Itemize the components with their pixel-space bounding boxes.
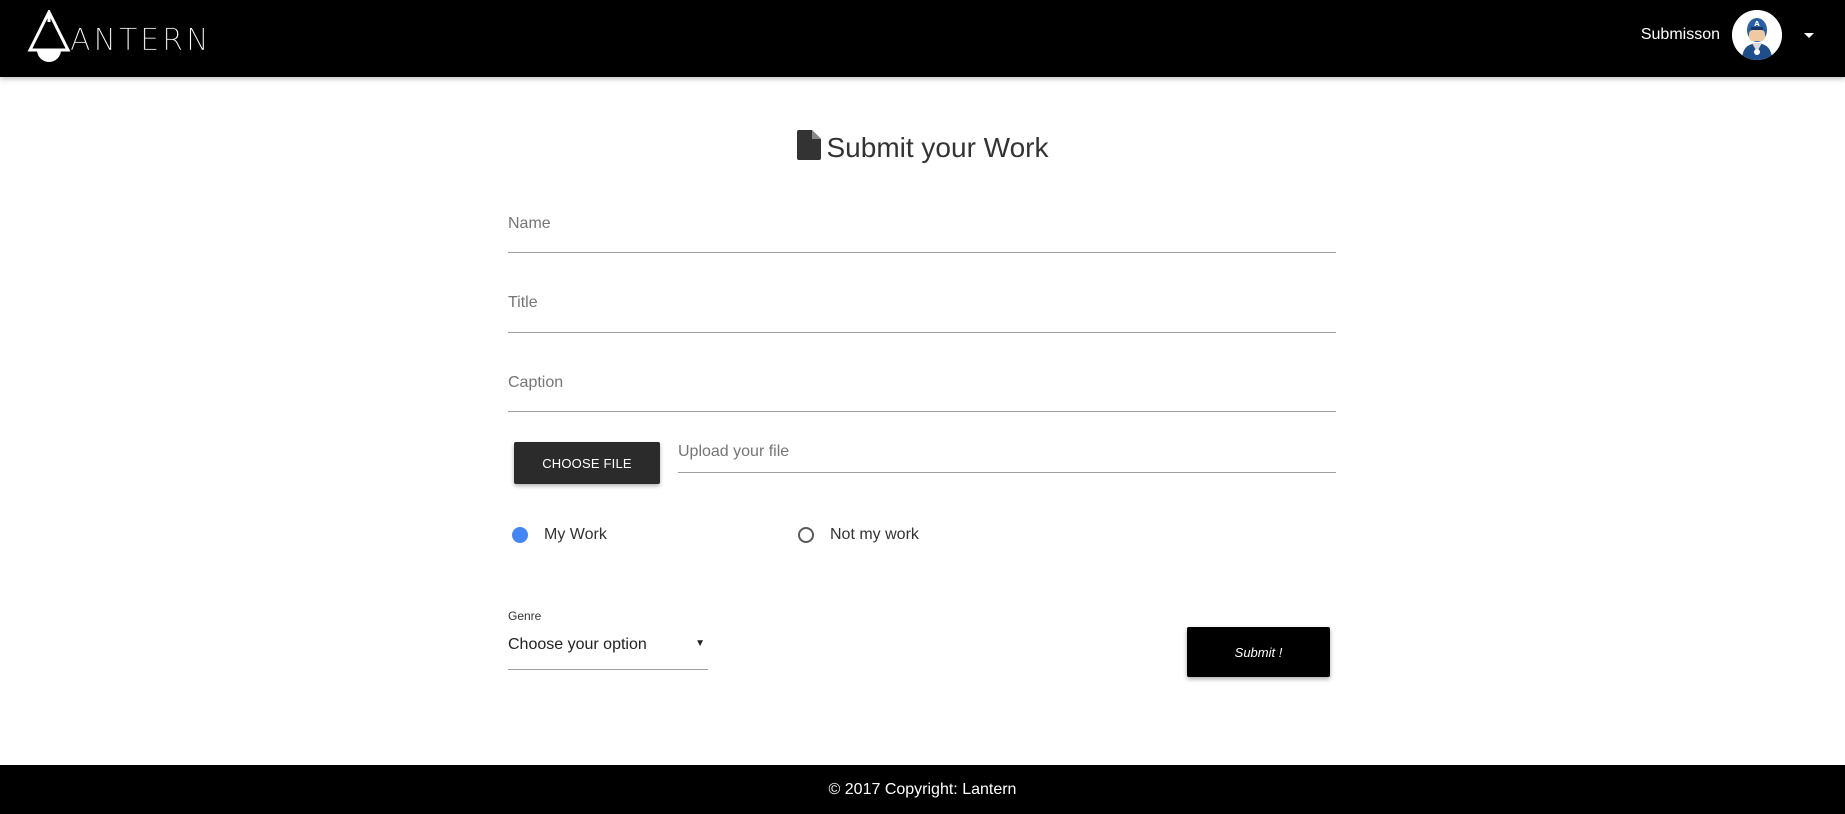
radio-my-work-label: My Work bbox=[544, 526, 607, 543]
footer: © 2017 Copyright: Lantern bbox=[0, 765, 1845, 814]
genre-label: Genre bbox=[508, 609, 542, 623]
user-menu[interactable]: Submisson A bbox=[1641, 0, 1845, 70]
genre-select[interactable]: Choose your option ▼ bbox=[508, 630, 708, 670]
choose-file-button[interactable]: CHOOSE FILE bbox=[514, 442, 660, 484]
footer-copyright: © 2017 Copyright: Lantern bbox=[828, 780, 1017, 798]
brand-name: ANTERN bbox=[70, 22, 212, 58]
caret-down-icon[interactable] bbox=[1804, 32, 1814, 38]
page-title-text: Submit your Work bbox=[826, 132, 1049, 163]
caption-label: Caption bbox=[508, 374, 564, 391]
file-path-field[interactable]: Upload your file bbox=[678, 443, 1336, 473]
submit-button[interactable]: Submit ! bbox=[1187, 627, 1330, 677]
avatar-image: A bbox=[1732, 10, 1782, 60]
dropdown-arrow-icon: ▼ bbox=[695, 638, 705, 649]
genre-selected-value: Choose your option bbox=[508, 636, 647, 653]
title-field[interactable]: Title bbox=[508, 294, 1336, 333]
title-label: Title bbox=[508, 294, 538, 311]
user-avatar[interactable]: A bbox=[1732, 10, 1782, 60]
radio-checked-icon[interactable] bbox=[512, 527, 528, 543]
radio-unchecked-icon[interactable] bbox=[798, 527, 814, 543]
radio-not-my-work-label: Not my work bbox=[830, 526, 919, 543]
svg-text:A: A bbox=[1754, 20, 1760, 28]
brand-logo[interactable]: ANTERN bbox=[26, 8, 212, 68]
lantern-logo-icon bbox=[27, 10, 71, 62]
caption-field[interactable]: Caption bbox=[508, 374, 1336, 412]
file-path-placeholder: Upload your file bbox=[678, 443, 790, 460]
document-icon bbox=[796, 130, 821, 167]
page-title: Submit your Work bbox=[0, 130, 1845, 167]
user-name[interactable]: Submisson bbox=[1641, 26, 1720, 44]
name-label: Name bbox=[508, 215, 551, 232]
radio-not-my-work[interactable]: Not my work bbox=[798, 526, 919, 544]
name-field[interactable]: Name bbox=[508, 215, 1336, 253]
radio-my-work[interactable]: My Work bbox=[512, 526, 607, 544]
top-navbar: ANTERN Submisson A bbox=[0, 0, 1845, 77]
